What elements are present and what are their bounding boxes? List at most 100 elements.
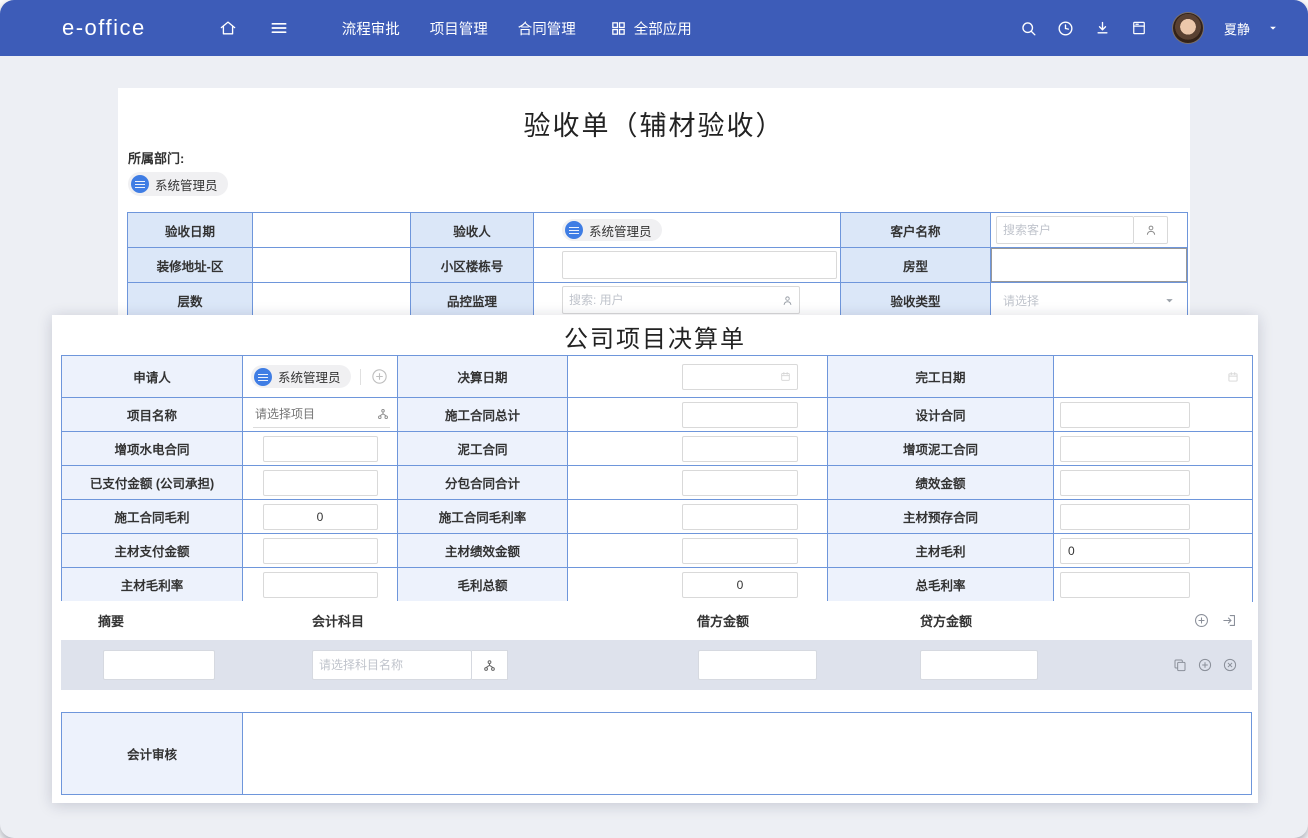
construction-profit-value-cell [243,500,398,534]
user-avatar[interactable] [1172,12,1204,44]
construction-total-value-cell [568,398,828,432]
add-applicant-button[interactable] [370,367,389,386]
ledger-debit-input[interactable] [698,650,817,680]
ledger-debit-cell [697,650,920,680]
accept-type-select[interactable]: 请选择 [991,292,1187,309]
subject-picker-button[interactable] [472,650,508,680]
main-nav: 流程审批 项目管理 合同管理 [342,18,576,39]
total-margin-value-cell [1054,568,1253,602]
memo-icon[interactable] [1130,19,1148,37]
all-apps-button[interactable]: 全部应用 [610,18,692,39]
ledger-subject-input[interactable] [313,658,471,672]
gross-total-input[interactable] [682,572,798,598]
material-profit-value-cell [1054,534,1253,568]
settle-date-label: 决算日期 [398,356,568,398]
extra-mason-value-cell [1054,432,1253,466]
material-performance-input[interactable] [682,538,798,564]
mason-label: 泥工合同 [398,432,568,466]
search-icon[interactable] [1019,19,1038,38]
nav-item-projects[interactable]: 项目管理 [430,18,488,39]
supervisor-search-input[interactable] [563,293,781,307]
extra-mason-input[interactable] [1060,436,1190,462]
material-margin-value-cell [243,568,398,602]
finish-date-value-cell[interactable] [1054,356,1253,398]
performance-input[interactable] [1060,470,1190,496]
applicant-value-cell: 系统管理员 [243,356,398,398]
hamburger-menu-icon[interactable] [268,18,290,38]
acceptor-value-cell: 系统管理员 [534,213,841,248]
material-profit-input[interactable] [1060,538,1190,564]
person-icon[interactable] [781,294,794,307]
performance-value-cell [1054,466,1253,500]
project-select-input[interactable] [253,407,376,421]
calendar-icon [1226,370,1240,384]
mason-input[interactable] [682,436,798,462]
total-margin-input[interactable] [1060,572,1190,598]
remove-row-icon[interactable] [1222,657,1238,673]
add-ledger-row-icon[interactable] [1193,612,1210,629]
extra-mason-label: 增项泥工合同 [828,432,1054,466]
qc-supervisor-label: 品控监理 [411,283,534,318]
ledger-summary-input[interactable] [103,650,215,680]
settlement-form-table: 申请人 系统管理员 决算日期 完工日期 [61,355,1253,602]
chevron-down-icon [1164,295,1175,306]
design-label: 设计合同 [828,398,1054,432]
construction-profit-input[interactable] [263,504,378,530]
material-presave-input[interactable] [1060,504,1190,530]
extra-plumbing-label: 增项水电合同 [62,432,243,466]
top-navigation-bar: e-office 流程审批 项目管理 合同管理 全部应用 [0,0,1308,56]
material-margin-input[interactable] [263,572,378,598]
nav-item-workflow[interactable]: 流程审批 [342,18,400,39]
address-area-value-cell[interactable] [253,248,411,283]
accounting-review-value-cell[interactable] [243,713,1251,794]
download-icon[interactable] [1093,19,1112,38]
material-paid-input[interactable] [263,538,378,564]
settle-date-input[interactable] [683,370,779,384]
ledger-subject-cell [312,650,697,680]
room-type-label: 房型 [841,248,991,283]
paid-company-input[interactable] [263,470,378,496]
ledger-header-credit: 贷方金额 [920,611,1193,630]
org-tree-icon [482,658,497,673]
department-member-chip[interactable]: 系统管理员 [128,172,228,196]
material-performance-value-cell [568,534,828,568]
building-no-input[interactable] [562,251,837,279]
room-type-input[interactable] [991,248,1187,282]
nav-item-contracts[interactable]: 合同管理 [518,18,576,39]
floors-value-cell[interactable] [253,283,411,318]
ledger-detail-row [61,640,1252,690]
review-table: 会计审核 [61,712,1252,795]
applicant-label: 申请人 [62,356,243,398]
construction-total-input[interactable] [682,402,798,428]
design-input[interactable] [1060,402,1190,428]
acceptance-form-table: 验收日期 验收人 系统管理员 客户名称 装修地址-区 小区楼 [127,212,1188,318]
ledger-header-actions [1193,612,1252,629]
copy-row-icon[interactable] [1172,657,1188,673]
app-window: e-office 流程审批 项目管理 合同管理 全部应用 [0,0,1308,838]
add-row-icon[interactable] [1197,657,1213,673]
ledger-credit-cell [920,650,1172,680]
home-icon[interactable] [218,18,238,38]
import-rows-icon[interactable] [1221,612,1238,629]
user-name[interactable]: 夏静 [1224,19,1250,38]
subcontract-total-input[interactable] [682,470,798,496]
supervisor-search-box [562,286,800,314]
settlement-form-title: 公司项目决算单 [52,319,1258,354]
construction-margin-input[interactable] [682,504,798,530]
construction-margin-label: 施工合同毛利率 [398,500,568,534]
clock-icon[interactable] [1056,19,1075,38]
accept-date-value-cell[interactable] [253,213,411,248]
applicant-member-chip[interactable]: 系统管理员 [251,365,351,388]
customer-name-value-cell [991,213,1188,248]
ledger-credit-input[interactable] [920,650,1038,680]
subcontract-total-label: 分包合同合计 [398,466,568,500]
org-tree-icon[interactable] [376,407,390,421]
acceptance-form-title: 验收单（辅材验收） [118,104,1190,143]
topbar-right-tools: 夏静 [1019,12,1278,44]
accept-type-value-cell: 请选择 [991,283,1188,318]
applicant-member-name: 系统管理员 [278,367,341,386]
acceptor-member-chip[interactable]: 系统管理员 [562,219,662,241]
customer-search-input[interactable] [997,223,1133,237]
extra-plumbing-input[interactable] [263,436,378,462]
customer-picker-button[interactable] [1134,216,1168,244]
